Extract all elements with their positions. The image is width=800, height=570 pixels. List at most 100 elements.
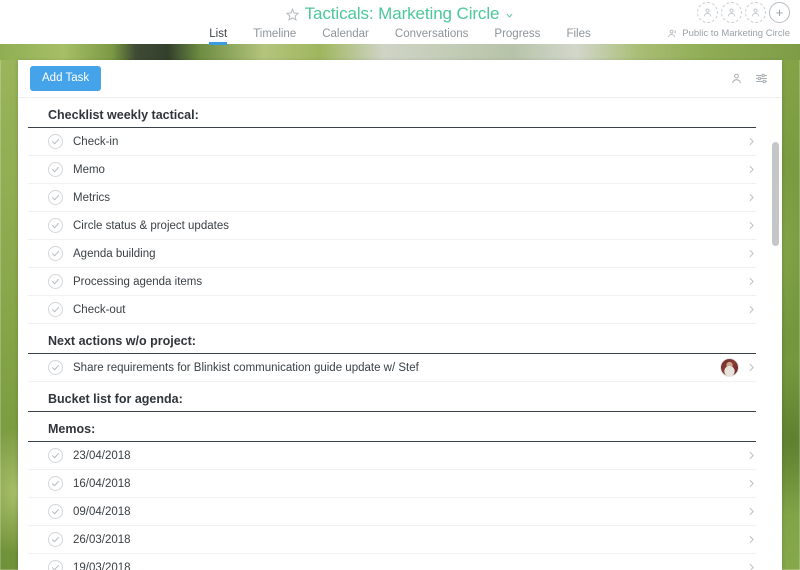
task-row-trailing [747, 305, 756, 314]
add-member-button[interactable]: + [769, 2, 790, 23]
chevron-right-icon[interactable] [747, 451, 756, 460]
toolbar-icon-group [730, 72, 768, 85]
task-label: 16/04/2018 [73, 477, 131, 490]
member-avatars: + [697, 2, 790, 23]
task-row-trailing [747, 451, 756, 460]
top-bar: Tacticals: Marketing Circle List Timelin… [0, 0, 800, 45]
task-label: 23/04/2018 [73, 449, 131, 462]
person-placeholder-icon[interactable] [745, 2, 766, 23]
task-row-trailing [747, 165, 756, 174]
task-row[interactable]: Processing agenda items [28, 268, 756, 296]
task-row[interactable]: 19/03/2018 [28, 554, 756, 570]
task-row-trailing [747, 137, 756, 146]
checkmark-icon[interactable] [48, 246, 63, 261]
checkmark-icon[interactable] [48, 162, 63, 177]
task-label: 19/03/2018 [73, 561, 131, 570]
chevron-right-icon[interactable] [747, 363, 756, 372]
background-photo-top-strip [0, 44, 800, 60]
task-label: 26/03/2018 [73, 533, 131, 546]
task-row[interactable]: 09/04/2018 [28, 498, 756, 526]
chevron-right-icon[interactable] [747, 193, 756, 202]
chevron-right-icon[interactable] [747, 305, 756, 314]
task-row[interactable]: Circle status & project updates [28, 212, 756, 240]
task-row-trailing [720, 358, 756, 377]
checkmark-icon[interactable] [48, 360, 63, 375]
person-icon[interactable] [730, 72, 743, 85]
tab-conversations[interactable]: Conversations [395, 28, 469, 45]
person-placeholder-icon[interactable] [721, 2, 742, 23]
task-row-trailing [747, 507, 756, 516]
chevron-right-icon[interactable] [747, 535, 756, 544]
chevron-right-icon[interactable] [747, 479, 756, 488]
task-list-area[interactable]: Checklist weekly tactical: Check-in Memo Me… [18, 98, 782, 570]
task-label: Check-out [73, 303, 126, 316]
tab-files[interactable]: Files [566, 28, 590, 45]
checkmark-icon[interactable] [48, 134, 63, 149]
vertical-scrollbar[interactable] [772, 142, 779, 570]
task-row[interactable]: Check-in [28, 128, 756, 156]
task-row[interactable]: 16/04/2018 [28, 470, 756, 498]
list-toolbar: Add Task [18, 60, 782, 98]
add-task-button[interactable]: Add Task [30, 65, 102, 92]
task-row[interactable]: Share requirements for Blinkist communic… [28, 354, 756, 382]
chevron-right-icon[interactable] [747, 137, 756, 146]
checkmark-icon[interactable] [48, 504, 63, 519]
section-header: Next actions w/o project: [28, 324, 756, 354]
checkmark-icon[interactable] [48, 532, 63, 547]
chevron-right-icon[interactable] [747, 507, 756, 516]
chevron-right-icon[interactable] [747, 221, 756, 230]
task-row[interactable]: Metrics [28, 184, 756, 212]
tab-progress[interactable]: Progress [494, 28, 540, 45]
task-row[interactable]: Agenda building [28, 240, 756, 268]
task-row[interactable]: 23/04/2018 [28, 442, 756, 470]
task-row-trailing [747, 221, 756, 230]
checkmark-icon[interactable] [48, 476, 63, 491]
avatar[interactable] [720, 358, 739, 377]
page-title: Tacticals: Marketing Circle [304, 4, 500, 23]
chevron-right-icon[interactable] [747, 563, 756, 570]
checkmark-icon[interactable] [48, 190, 63, 205]
task-label: 09/04/2018 [73, 505, 131, 518]
sliders-icon[interactable] [755, 72, 768, 85]
task-label: Memo [73, 163, 105, 176]
task-row-trailing [747, 535, 756, 544]
board-title-row: Tacticals: Marketing Circle [0, 4, 800, 24]
task-label: Processing agenda items [73, 275, 203, 288]
task-row[interactable]: Check-out [28, 296, 756, 324]
task-row-trailing [747, 563, 756, 570]
chevron-right-icon[interactable] [747, 165, 756, 174]
task-row-trailing [747, 277, 756, 286]
people-icon [667, 28, 678, 39]
task-label: Check-in [73, 135, 119, 148]
chevron-right-icon[interactable] [747, 277, 756, 286]
checkmark-icon[interactable] [48, 218, 63, 233]
checkmark-icon[interactable] [48, 274, 63, 289]
scrollbar-thumb[interactable] [772, 142, 779, 246]
person-placeholder-icon[interactable] [697, 2, 718, 23]
task-list: Checklist weekly tactical: Check-in Memo Me… [18, 98, 782, 570]
tab-list[interactable]: List [209, 28, 227, 45]
task-row[interactable]: 26/03/2018 [28, 526, 756, 554]
section-header: Checklist weekly tactical: [28, 98, 756, 128]
task-label: Agenda building [73, 247, 156, 260]
checkmark-icon[interactable] [48, 302, 63, 317]
chevron-down-icon[interactable] [505, 8, 514, 20]
checkmark-icon[interactable] [48, 448, 63, 463]
task-label: Metrics [73, 191, 111, 204]
task-label: Share requirements for Blinkist communic… [73, 361, 419, 374]
star-outline-icon[interactable] [285, 7, 299, 21]
task-label: Circle status & project updates [73, 219, 229, 232]
privacy-label: Public to Marketing Circle [682, 28, 790, 39]
content-card: Add Task Checklist weekly tactical: Chec… [18, 60, 782, 570]
tab-timeline[interactable]: Timeline [253, 28, 296, 45]
task-row-trailing [747, 193, 756, 202]
section-header: Memos: [28, 412, 756, 442]
task-row-trailing [747, 249, 756, 258]
tab-calendar[interactable]: Calendar [322, 28, 369, 45]
privacy-status[interactable]: Public to Marketing Circle [667, 28, 790, 39]
section-header: Bucket list for agenda: [28, 382, 756, 412]
checkmark-icon[interactable] [48, 560, 63, 570]
chevron-right-icon[interactable] [747, 249, 756, 258]
app-window: Tacticals: Marketing Circle List Timelin… [0, 0, 800, 570]
task-row[interactable]: Memo [28, 156, 756, 184]
